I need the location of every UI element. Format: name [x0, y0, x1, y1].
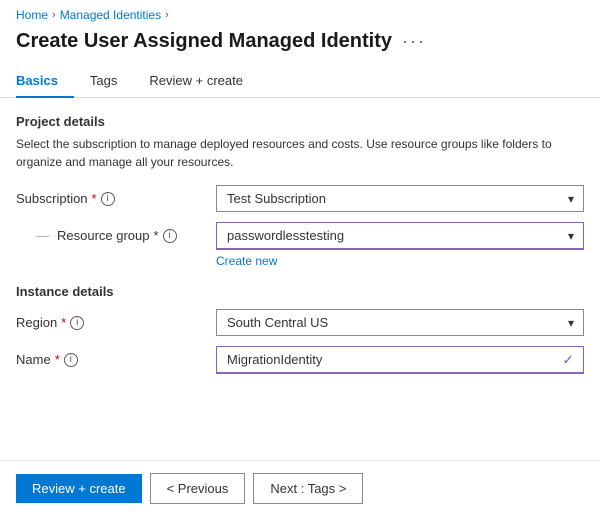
resource-group-label: Resource group * i: [16, 222, 216, 243]
page-title: Create User Assigned Managed Identity: [16, 30, 392, 53]
resource-group-input: passwordlesstesting ▾ Create new: [216, 222, 584, 268]
name-info-icon[interactable]: i: [64, 353, 78, 367]
region-info-icon[interactable]: i: [70, 316, 84, 330]
instance-details-title: Instance details: [16, 284, 584, 299]
next-button[interactable]: Next : Tags >: [253, 473, 363, 504]
footer: Review + create < Previous Next : Tags >: [0, 460, 600, 516]
resource-group-dropdown-wrapper: passwordlesstesting ▾: [216, 222, 584, 250]
subscription-label: Subscription * i: [16, 185, 216, 206]
previous-button[interactable]: < Previous: [150, 473, 246, 504]
name-input-wrapper: ✓: [216, 346, 584, 374]
create-new-link[interactable]: Create new: [216, 254, 277, 268]
name-field-wrapper: ✓: [216, 346, 584, 374]
review-create-button[interactable]: Review + create: [16, 474, 142, 503]
name-required: *: [55, 352, 60, 367]
project-details-title: Project details: [16, 114, 584, 129]
resource-group-required: *: [154, 228, 159, 243]
resource-group-row: Resource group * i passwordlesstesting ▾…: [16, 222, 584, 268]
subscription-dropdown-wrapper: Test Subscription ▾: [216, 185, 584, 212]
tab-review-create[interactable]: Review + create: [149, 65, 259, 98]
region-dropdown[interactable]: South Central US: [216, 309, 584, 336]
more-options-button[interactable]: ···: [402, 31, 426, 52]
tab-basics[interactable]: Basics: [16, 65, 74, 98]
resource-group-info-icon[interactable]: i: [163, 229, 177, 243]
breadcrumb-managed-identities[interactable]: Managed Identities: [60, 8, 161, 22]
region-dropdown-wrapper: South Central US ▾: [216, 309, 584, 336]
name-label: Name * i: [16, 346, 216, 367]
region-row: Region * i South Central US ▾: [16, 309, 584, 336]
subscription-info-icon[interactable]: i: [101, 192, 115, 206]
subscription-dropdown[interactable]: Test Subscription: [216, 185, 584, 212]
region-label: Region * i: [16, 309, 216, 330]
name-row: Name * i ✓: [16, 346, 584, 374]
resource-group-dropdown[interactable]: passwordlesstesting: [216, 222, 584, 250]
main-content: Project details Select the subscription …: [0, 98, 600, 400]
page-header: Create User Assigned Managed Identity ··…: [0, 26, 600, 65]
breadcrumb-chevron-2: ›: [165, 9, 169, 21]
region-input: South Central US ▾: [216, 309, 584, 336]
breadcrumb-chevron-1: ›: [52, 9, 56, 21]
subscription-required: *: [92, 191, 97, 206]
subscription-input: Test Subscription ▾: [216, 185, 584, 212]
breadcrumb-home[interactable]: Home: [16, 8, 48, 22]
region-required: *: [61, 315, 66, 330]
tabs-bar: Basics Tags Review + create: [0, 65, 600, 98]
project-details-description: Select the subscription to manage deploy…: [16, 135, 576, 171]
instance-details-section: Instance details: [16, 284, 584, 299]
name-input[interactable]: [216, 346, 584, 374]
name-check-icon: ✓: [562, 352, 574, 369]
tab-tags[interactable]: Tags: [90, 65, 133, 98]
subscription-row: Subscription * i Test Subscription ▾: [16, 185, 584, 212]
breadcrumb: Home › Managed Identities ›: [0, 0, 600, 26]
